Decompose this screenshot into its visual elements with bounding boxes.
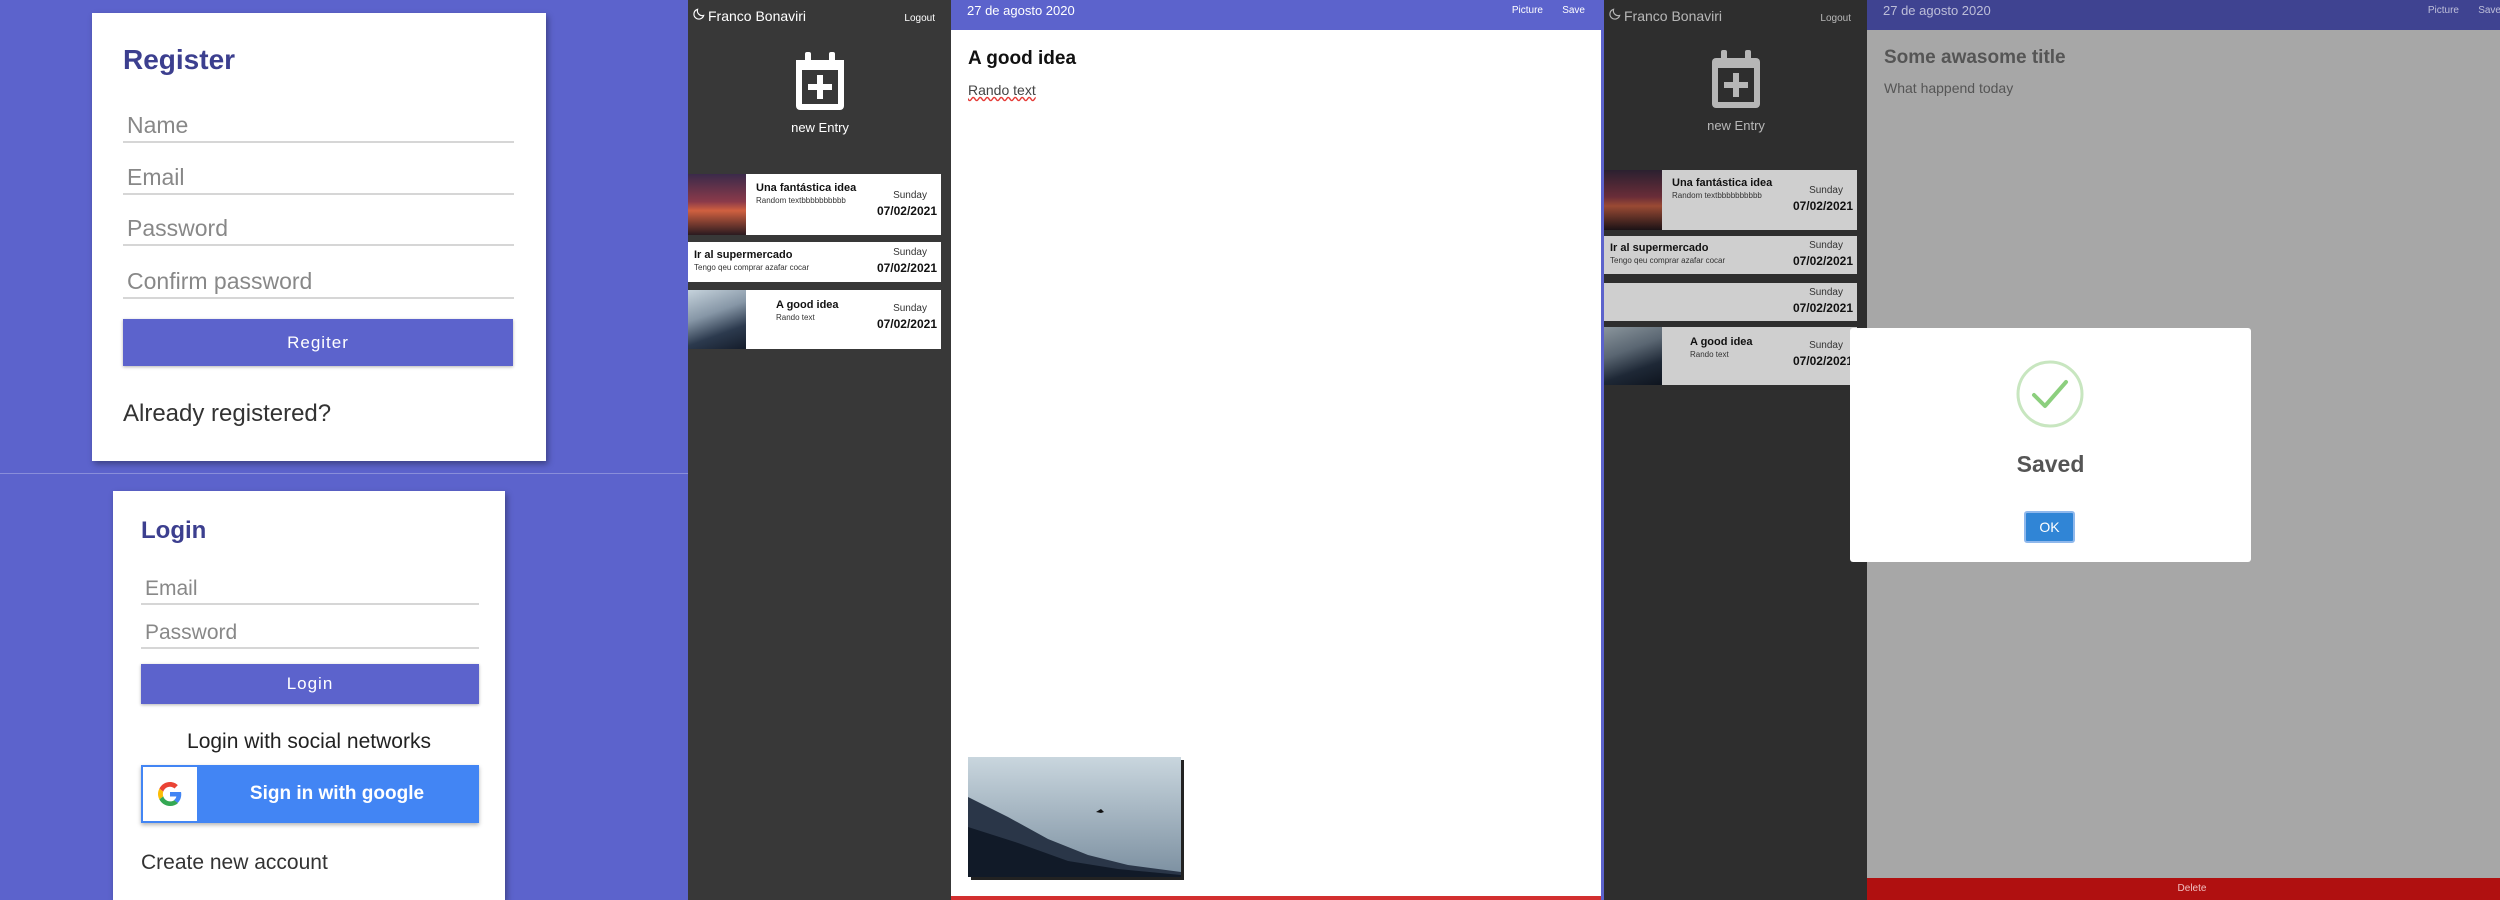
entry-title: Una fantástica idea	[756, 182, 857, 194]
entry-date: 07/02/2021	[1792, 354, 1853, 368]
auth-panel: Register Regiter Already registered? Log…	[0, 0, 688, 900]
entry-subtitle: Random textbbbbbbbbbb	[756, 196, 846, 205]
login-password-input[interactable]	[141, 619, 479, 649]
journal-screen-editing: Franco Bonaviri Logout new Entry Una fan…	[688, 0, 1601, 900]
moon-icon	[1608, 7, 1622, 24]
register-title: Register	[123, 44, 236, 75]
entry-day: Sunday	[893, 303, 927, 314]
calendar-plus-icon	[1692, 48, 1780, 112]
editor-topbar: 27 de agosto 2020 Picture Save	[1867, 0, 2500, 30]
entry-card[interactable]: Una fantástica idea Random textbbbbbbbbb…	[688, 174, 941, 235]
entry-date-header: 27 de agosto 2020	[1883, 3, 1991, 18]
entry-title: Ir al supermercado	[1610, 242, 1709, 254]
create-account-link[interactable]: Create new account	[141, 851, 328, 875]
entry-card[interactable]: Ir al supermercado Tengo qeu comprar aza…	[688, 242, 941, 282]
entry-subtitle: Random textbbbbbbbbbb	[1672, 191, 1762, 200]
entry-thumbnail	[1604, 170, 1662, 230]
new-entry-button[interactable]: new Entry	[1692, 48, 1780, 133]
new-entry-label: new Entry	[791, 120, 849, 135]
entry-title-placeholder[interactable]: Some awasome title	[1884, 47, 2066, 69]
delete-button[interactable]: Delete	[1867, 878, 2500, 900]
entry-card[interactable]: Sunday 07/02/2021	[1604, 283, 1857, 321]
logout-button[interactable]: Logout	[904, 13, 935, 24]
user-info: Franco Bonaviri	[692, 7, 806, 24]
entry-subtitle: Rando text	[1690, 350, 1729, 359]
entry-card[interactable]: Ir al supermercado Tengo qeu comprar aza…	[1604, 236, 1857, 274]
entry-title: Una fantástica idea	[1672, 177, 1773, 189]
entry-day: Sunday	[893, 247, 927, 258]
register-password-input[interactable]	[123, 212, 514, 246]
new-entry-label: new Entry	[1707, 118, 1765, 133]
dialog-title: Saved	[2016, 451, 2085, 477]
entry-subtitle: Tengo qeu comprar azafar cocar	[694, 263, 810, 272]
sidebar: Franco Bonaviri Logout new Entry Una fan…	[1604, 0, 1867, 900]
entry-title: A good idea	[1690, 336, 1753, 348]
entry-date: 07/02/2021	[1792, 199, 1853, 213]
entry-card[interactable]: A good idea Rando text Sunday 07/02/2021	[1604, 327, 1857, 385]
entry-date: 07/02/2021	[876, 317, 937, 331]
register-confirm-password-input[interactable]	[123, 265, 514, 299]
register-email-input[interactable]	[123, 161, 514, 195]
login-email-input[interactable]	[141, 575, 479, 605]
entry-day: Sunday	[1809, 287, 1843, 298]
register-button[interactable]: Regiter	[123, 319, 513, 366]
entry-image	[968, 757, 1181, 877]
entry-date: 07/02/2021	[1792, 301, 1853, 315]
moon-icon	[692, 7, 706, 24]
ok-button[interactable]: OK	[2024, 511, 2075, 543]
google-icon	[143, 767, 197, 821]
entry-body-input[interactable]: Rando text	[968, 82, 1036, 98]
entry-day: Sunday	[1809, 240, 1843, 251]
google-signin-button[interactable]: Sign in with google	[141, 765, 479, 823]
editor: 27 de agosto 2020 Picture Save A good id…	[951, 0, 1601, 900]
login-card: Login Login Login with social networks S…	[113, 491, 505, 900]
entry-subtitle: Tengo qeu comprar azafar cocar	[1610, 256, 1726, 265]
entry-thumbnail	[1604, 327, 1662, 385]
login-button[interactable]: Login	[141, 664, 479, 704]
entry-title-input[interactable]: A good idea	[968, 48, 1076, 70]
entry-day: Sunday	[1809, 340, 1843, 351]
new-entry-button[interactable]: new Entry	[776, 50, 864, 135]
entry-card[interactable]: A good idea Rando text Sunday 07/02/2021	[688, 290, 941, 349]
register-card: Register Regiter Already registered?	[92, 13, 546, 461]
login-title: Login	[141, 517, 207, 544]
calendar-plus-icon	[776, 50, 864, 114]
picture-button[interactable]: Picture	[2428, 5, 2459, 16]
entry-day: Sunday	[1809, 185, 1843, 196]
social-login-heading: Login with social networks	[187, 730, 431, 753]
user-info: Franco Bonaviri	[1608, 7, 1722, 24]
entry-body-placeholder[interactable]: What happend today	[1884, 80, 2013, 96]
logout-button[interactable]: Logout	[1820, 13, 1851, 24]
entry-date: 07/02/2021	[876, 261, 937, 275]
entry-day: Sunday	[893, 190, 927, 201]
entry-card[interactable]: Una fantástica idea Random textbbbbbbbbb…	[1604, 170, 1857, 230]
picture-button[interactable]: Picture	[1512, 5, 1543, 16]
user-name: Franco Bonaviri	[708, 7, 807, 24]
sidebar: Franco Bonaviri Logout new Entry Una fan…	[688, 0, 951, 900]
check-circle-icon	[2016, 360, 2084, 433]
save-button[interactable]: Save	[2478, 5, 2500, 16]
entry-date-header: 27 de agosto 2020	[967, 3, 1075, 18]
entry-subtitle: Rando text	[776, 313, 815, 322]
panel-divider	[0, 473, 688, 474]
google-signin-label: Sign in with google	[249, 783, 425, 804]
bottom-accent-bar	[951, 896, 1601, 900]
already-registered-link[interactable]: Already registered?	[123, 400, 331, 428]
entry-thumbnail	[688, 290, 746, 349]
save-button[interactable]: Save	[1562, 5, 1585, 16]
saved-dialog: Saved OK	[1850, 328, 2251, 562]
entry-title: Ir al supermercado	[694, 249, 793, 261]
editor-topbar: 27 de agosto 2020 Picture Save	[951, 0, 1601, 30]
register-name-input[interactable]	[123, 109, 514, 143]
entry-title: A good idea	[776, 299, 839, 311]
entry-thumbnail	[688, 174, 746, 235]
user-name: Franco Bonaviri	[1624, 7, 1723, 24]
entry-date: 07/02/2021	[876, 204, 937, 218]
entry-date: 07/02/2021	[1792, 254, 1853, 268]
